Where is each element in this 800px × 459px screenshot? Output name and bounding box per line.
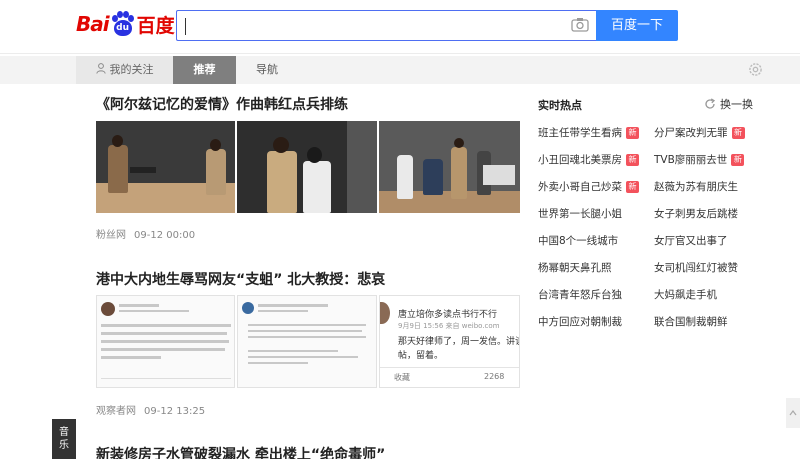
news-image[interactable] bbox=[237, 121, 377, 213]
weibo-card-text: 帖，留着。 bbox=[398, 351, 444, 361]
hot-item-text: 女厅官又出事了 bbox=[654, 235, 728, 247]
hot-item-text: 中方回应对朝制裁 bbox=[538, 316, 622, 328]
paw-icon: du bbox=[110, 11, 136, 37]
hot-item[interactable]: 大妈飙走手机 bbox=[654, 287, 717, 302]
hot-item-text: 女司机闯红灯被赞 bbox=[654, 262, 738, 274]
weibo-card-fav: 收藏 bbox=[394, 373, 410, 382]
hot-item[interactable]: 中方回应对朝制裁 bbox=[538, 314, 622, 329]
logo-paw-text: du bbox=[113, 20, 132, 36]
search-button[interactable]: 百度一下 bbox=[596, 10, 678, 41]
hot-item[interactable]: 台湾青年怒斥台独 bbox=[538, 287, 622, 302]
news-title[interactable]: 《阿尔兹记忆的爱情》作曲韩红点兵排练 bbox=[96, 94, 348, 114]
hot-item[interactable]: 分尸案改判无罪新 bbox=[654, 125, 745, 140]
user-icon bbox=[95, 63, 106, 74]
chevron-up-icon bbox=[789, 410, 797, 416]
hot-item-text: 大妈飙走手机 bbox=[654, 289, 717, 301]
hot-item-text: TVB廖丽丽去世 bbox=[654, 154, 728, 166]
tab-label: 我的关注 bbox=[109, 63, 154, 76]
hot-item-text: 世界第一长腿小姐 bbox=[538, 208, 622, 220]
hot-item-text: 联合国制裁朝鲜 bbox=[654, 316, 728, 328]
tab-bar: 我的关注 推荐 导航 bbox=[0, 56, 800, 84]
tab-my-follow[interactable]: 我的关注 bbox=[76, 56, 173, 84]
hot-item[interactable]: 女厅官又出事了 bbox=[654, 233, 728, 248]
hot-item[interactable]: 赵薇为苏有朋庆生 bbox=[654, 179, 738, 194]
search-input[interactable] bbox=[176, 10, 596, 41]
hot-item-text: 台湾青年怒斥台独 bbox=[538, 289, 622, 301]
hot-item-text: 杨幂朝天鼻孔照 bbox=[538, 262, 612, 274]
new-badge: 新 bbox=[626, 153, 639, 166]
weibo-card-title: 唐立培你多读点书行不行 bbox=[398, 310, 498, 320]
news-time: 09-12 13:25 bbox=[144, 406, 206, 417]
hot-item[interactable]: 杨幂朝天鼻孔照 bbox=[538, 260, 612, 275]
new-badge: 新 bbox=[626, 126, 639, 139]
news-image[interactable] bbox=[237, 295, 377, 388]
weibo-card-date: 9月9日 15:56 来自 weibo.com bbox=[398, 322, 500, 330]
hot-item[interactable]: 班主任带学生看病新 bbox=[538, 125, 639, 140]
hot-item[interactable]: 世界第一长腿小姐 bbox=[538, 206, 622, 221]
music-label: 音乐 bbox=[59, 427, 69, 451]
news-meta: 粉丝网 09-12 00:00 bbox=[96, 226, 195, 241]
tab-navigation[interactable]: 导航 bbox=[236, 56, 298, 84]
music-tab[interactable]: 音乐 bbox=[52, 419, 76, 459]
hot-item[interactable]: 中国8个一线城市 bbox=[538, 233, 618, 248]
news-image[interactable] bbox=[96, 295, 235, 388]
hot-item-text: 女子刺男友后跳楼 bbox=[654, 208, 738, 220]
hot-item[interactable]: 外卖小哥自己炒菜新 bbox=[538, 179, 639, 194]
news-title[interactable]: 新装修房子水管破裂漏水 牵出楼上“绝命毒师” bbox=[96, 444, 385, 459]
refresh-label: 换一换 bbox=[720, 98, 753, 111]
hot-item-text: 外卖小哥自己炒菜 bbox=[538, 181, 622, 193]
hot-item[interactable]: 女子刺男友后跳楼 bbox=[654, 206, 738, 221]
hot-item-text: 赵薇为苏有朋庆生 bbox=[654, 181, 738, 193]
refresh-button[interactable]: 换一换 bbox=[704, 96, 753, 112]
news-source: 粉丝网 bbox=[96, 230, 126, 241]
header: Bai du 百度 百度一下 bbox=[0, 0, 800, 54]
hot-list-title: 实时热点 bbox=[538, 99, 582, 112]
news-time: 09-12 00:00 bbox=[134, 230, 196, 241]
weibo-card-text: 那天好律师了，周一发信。讲谈 bbox=[398, 337, 520, 347]
baidu-logo[interactable]: Bai du 百度 bbox=[76, 10, 175, 38]
hot-item-text: 小丑回魂北美票房 bbox=[538, 154, 622, 166]
news-title[interactable]: 港中大内地生辱骂网友“支蛆” 北大教授：悲哀 bbox=[96, 269, 385, 289]
new-badge: 新 bbox=[731, 126, 745, 139]
hot-item-text: 分尸案改判无罪 bbox=[654, 127, 728, 139]
camera-icon[interactable] bbox=[571, 17, 589, 32]
new-badge: 新 bbox=[731, 153, 745, 166]
weibo-card-count: 2268 bbox=[484, 372, 505, 381]
tab-recommend[interactable]: 推荐 bbox=[173, 56, 236, 84]
new-badge: 新 bbox=[626, 180, 639, 193]
hot-item[interactable]: 小丑回魂北美票房新 bbox=[538, 152, 639, 167]
news-meta: 观察者网 09-12 13:25 bbox=[96, 402, 205, 417]
settings-icon[interactable] bbox=[748, 62, 763, 77]
hot-item-text: 中国8个一线城市 bbox=[538, 235, 619, 247]
refresh-icon bbox=[705, 98, 716, 109]
text-caret bbox=[185, 18, 186, 35]
news-image[interactable] bbox=[379, 121, 520, 213]
logo-latin: Bai bbox=[76, 12, 110, 36]
news-source: 观察者网 bbox=[96, 406, 136, 417]
hot-item[interactable]: 女司机闯红灯被赞 bbox=[654, 260, 738, 275]
weibo-card-image[interactable]: 唐立培你多读点书行不行 9月9日 15:56 来自 weibo.com 那天好律… bbox=[379, 295, 520, 388]
hot-item[interactable]: 联合国制裁朝鲜 bbox=[654, 314, 728, 329]
baidu-home: Bai du 百度 百度一下 我的关注 推荐 导航 《阿尔兹记忆的爱情》作曲韩红… bbox=[0, 0, 800, 459]
logo-chinese: 百度 bbox=[136, 14, 175, 37]
hot-item[interactable]: TVB廖丽丽去世新 bbox=[654, 152, 745, 167]
scroll-top-button[interactable] bbox=[786, 398, 800, 428]
hot-item-text: 班主任带学生看病 bbox=[538, 127, 622, 139]
news-image[interactable] bbox=[96, 121, 235, 213]
